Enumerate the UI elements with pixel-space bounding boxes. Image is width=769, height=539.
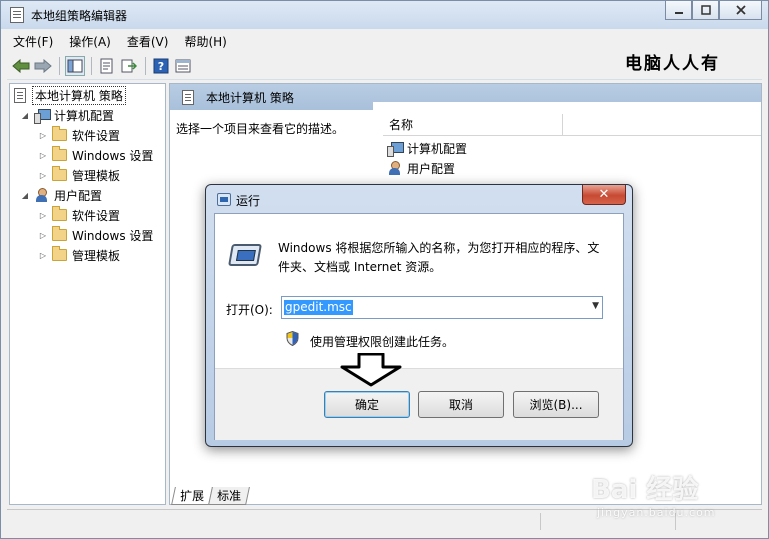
ok-button[interactable]: 确定 — [324, 391, 410, 418]
filter-icon — [175, 59, 191, 73]
tree-label: 软件设置 — [72, 208, 121, 223]
uac-shield-icon — [286, 331, 299, 346]
collapse-arrow-icon[interactable]: ▷ — [38, 211, 48, 220]
description-text: 选择一个项目来查看它的描述。 — [176, 122, 345, 136]
maximize-button[interactable] — [692, 1, 719, 20]
collapse-arrow-icon[interactable]: ▷ — [38, 251, 48, 260]
show-hide-tree-button[interactable] — [65, 56, 85, 76]
run-icon — [228, 244, 262, 266]
run-description: Windows 将根据您所输入的名称，为您打开相应的程序、文件夹、文档或 Int… — [278, 241, 600, 274]
folder-icon — [52, 166, 67, 181]
minimize-icon — [674, 12, 683, 14]
close-icon — [735, 5, 746, 15]
baidu-jingyan-url: jingyan.baidu.com — [597, 506, 716, 519]
run-close-button[interactable]: ✕ — [582, 185, 626, 205]
list-item-label: 用户配置 — [407, 161, 456, 176]
tree-label: Windows 设置 — [72, 228, 154, 243]
policy-document-icon — [14, 87, 26, 103]
menu-view[interactable]: 查看(V) — [121, 33, 175, 50]
collapse-arrow-icon[interactable]: ▷ — [38, 231, 48, 240]
collapse-arrow-icon[interactable]: ▷ — [38, 131, 48, 140]
cancel-button[interactable]: 取消 — [418, 391, 504, 418]
tab-standard[interactable]: 标准 — [208, 487, 250, 505]
open-combobox[interactable]: gpedit.msc ▼ — [281, 296, 603, 319]
details-title: 本地计算机 策略 — [206, 90, 294, 105]
tree-item-windows-settings[interactable]: ▷ Windows 设置 — [38, 226, 153, 244]
window-title: 本地组策略编辑器 — [31, 9, 128, 23]
tree-label: 管理模板 — [72, 168, 121, 183]
filter-button[interactable] — [173, 56, 193, 76]
expand-arrow-icon[interactable]: ◢ — [20, 111, 30, 120]
forward-button[interactable] — [33, 56, 53, 76]
user-icon — [387, 161, 403, 175]
svg-text:?: ? — [158, 60, 164, 73]
watermark-text: 电脑人人有 — [625, 54, 720, 74]
close-icon: ✕ — [598, 187, 610, 202]
folder-icon — [52, 146, 67, 161]
tree-item-admin-templates[interactable]: ▷ 管理模板 — [38, 166, 120, 184]
items-list: 名称 计算机配置 用户配置 — [373, 102, 761, 188]
export-list-button[interactable] — [119, 56, 139, 76]
forward-arrow-icon — [34, 59, 52, 73]
menu-file[interactable]: 文件(F) — [7, 33, 59, 50]
folder-icon — [52, 226, 67, 241]
collapse-arrow-icon[interactable]: ▷ — [38, 171, 48, 180]
folder-icon — [52, 206, 67, 221]
maximize-icon — [700, 5, 711, 15]
tab-extended[interactable]: 扩展 — [171, 487, 213, 505]
policy-app-icon — [10, 7, 24, 23]
tree-item-software-settings[interactable]: ▷ 软件设置 — [38, 206, 120, 224]
back-button[interactable] — [11, 56, 31, 76]
tree-item-software-settings[interactable]: ▷ 软件设置 — [38, 126, 120, 144]
minimize-button[interactable] — [665, 1, 692, 20]
folder-icon — [52, 246, 67, 261]
menu-action[interactable]: 操作(A) — [63, 33, 117, 50]
admin-note: 使用管理权限创建此任务。 — [310, 335, 455, 349]
browse-button[interactable]: 浏览(B)... — [513, 391, 599, 418]
console-tree-icon — [67, 59, 83, 73]
open-input-value[interactable]: gpedit.msc — [284, 300, 353, 315]
console-tree: 本地计算机 策略 ◢ 计算机配置 ▷ 软件设置 ▷ Windows 设置 ▷ 管… — [9, 83, 166, 505]
dropdown-arrow-icon[interactable]: ▼ — [592, 301, 599, 311]
column-name[interactable]: 名称 — [383, 114, 563, 135]
tree-label: 计算机配置 — [54, 108, 115, 123]
help-icon: ? — [153, 58, 169, 74]
tree-item-computer-config[interactable]: ◢ 计算机配置 — [20, 106, 114, 124]
collapse-arrow-icon[interactable]: ▷ — [38, 151, 48, 160]
computer-icon — [387, 141, 404, 157]
tree-label: Windows 设置 — [72, 148, 154, 163]
user-icon — [34, 188, 50, 202]
expand-arrow-icon[interactable]: ◢ — [20, 191, 30, 200]
help-button[interactable]: ? — [151, 56, 171, 76]
down-arrow-annotation-icon — [340, 353, 402, 387]
list-item-label: 计算机配置 — [407, 141, 468, 156]
folder-icon — [52, 126, 67, 141]
list-column-header[interactable]: 名称 — [383, 114, 761, 136]
tree-label: 用户配置 — [54, 188, 103, 203]
close-button[interactable] — [719, 1, 762, 20]
open-label: 打开(O): — [226, 303, 273, 317]
tree-item-windows-settings[interactable]: ▷ Windows 设置 — [38, 146, 153, 164]
tree-label: 管理模板 — [72, 248, 121, 263]
view-tabs: 扩展 标准 — [171, 487, 250, 505]
computer-icon — [34, 108, 51, 124]
list-item-computer-config[interactable]: 计算机配置 — [387, 138, 467, 158]
tree-label: 软件设置 — [72, 128, 121, 143]
menu-help[interactable]: 帮助(H) — [178, 33, 232, 50]
policy-document-icon — [182, 89, 194, 105]
export-icon — [121, 59, 137, 73]
properties-icon — [100, 58, 113, 74]
run-dialog-title: 运行 — [236, 194, 261, 208]
properties-button[interactable] — [97, 56, 117, 76]
run-title-icon — [217, 193, 231, 206]
title-bar[interactable]: 本地组策略编辑器 — [1, 1, 768, 29]
tree-label: 本地计算机 策略 — [32, 85, 126, 105]
list-item-user-config[interactable]: 用户配置 — [387, 158, 455, 178]
tree-item-user-config[interactable]: ◢ 用户配置 — [20, 186, 102, 204]
tree-item-root[interactable]: 本地计算机 策略 — [14, 85, 126, 105]
tree-item-admin-templates[interactable]: ▷ 管理模板 — [38, 246, 120, 264]
back-arrow-icon — [12, 59, 30, 73]
